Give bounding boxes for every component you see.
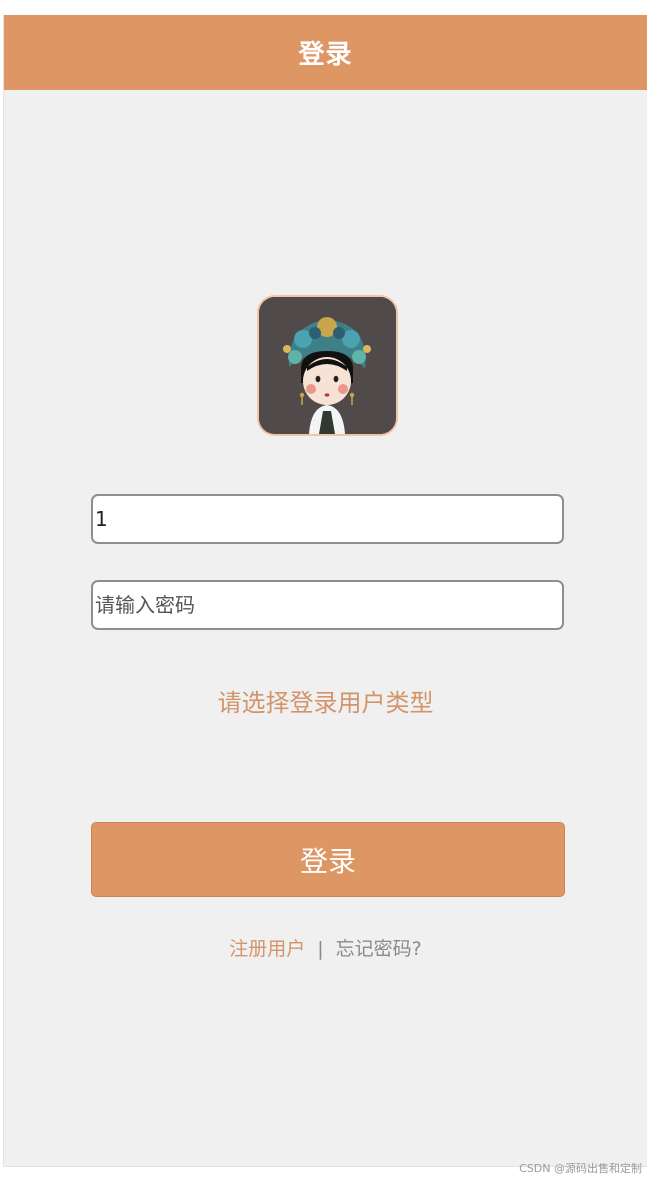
register-link[interactable]: 注册用户 xyxy=(229,938,305,960)
top-header: 登录 xyxy=(4,15,647,90)
forgot-password-link[interactable]: 忘记密码? xyxy=(336,938,422,960)
auth-links: 注册用户 | 忘记密码? xyxy=(4,934,647,961)
link-separator: | xyxy=(317,938,324,960)
login-button[interactable]: 登录 xyxy=(91,822,565,897)
watermark: CSDN @源码出售和定制 xyxy=(519,1162,642,1175)
user-type-selector[interactable]: 请选择登录用户类型 xyxy=(4,683,647,718)
password-field[interactable] xyxy=(91,580,564,630)
password-input[interactable] xyxy=(95,593,562,617)
page-title: 登录 xyxy=(298,40,353,70)
empress-avatar-icon xyxy=(259,297,396,434)
avatar xyxy=(259,297,396,434)
username-field[interactable] xyxy=(91,494,564,544)
username-input[interactable] xyxy=(95,507,562,531)
app-frame: 登录 1 请选择登录用户类型 登录 注册用户 | 忘记密码? xyxy=(3,15,647,1167)
